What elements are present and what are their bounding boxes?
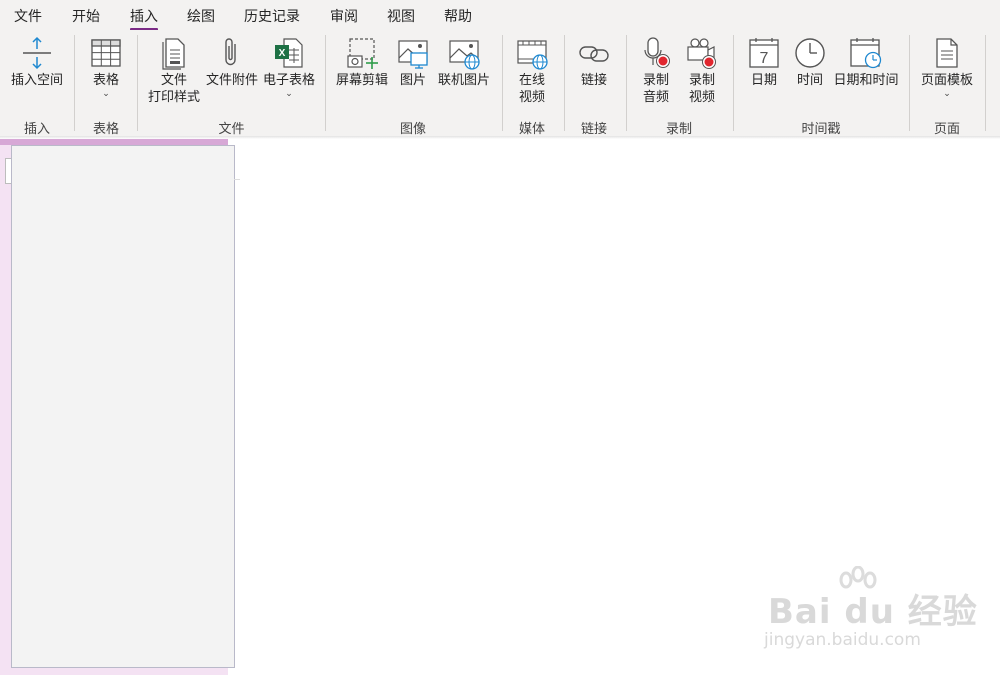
online-picture-label: 联机图片	[437, 73, 490, 88]
group-label-pages: 页面	[933, 122, 960, 137]
chevron-down-icon: ⌄	[102, 89, 110, 99]
paperclip-icon	[225, 38, 236, 66]
date-button[interactable]: 7 日期	[742, 36, 786, 89]
date-time-button[interactable]: 日期和时间	[832, 36, 900, 89]
record-audio-button[interactable]: 录制 音频	[634, 36, 678, 106]
ribbon: 插入空间 插入 表格 ⌄ 表格 文件 打印样式 文件附件 X 电子表格 ⌄ 文件…	[0, 30, 1000, 137]
record-video-button[interactable]: 录制 视频	[680, 36, 724, 106]
table-button[interactable]: 表格 ⌄	[84, 36, 128, 99]
online-picture-icon	[449, 40, 480, 70]
spreadsheet-label: 电子表格	[262, 73, 315, 88]
insert-space-icon	[23, 36, 51, 70]
page-list-pane[interactable]	[11, 145, 235, 668]
online-video-icon	[517, 40, 548, 70]
record-video-icon	[687, 38, 716, 69]
page-template-icon	[936, 38, 958, 68]
file-printout-label-2: 打印样式	[147, 90, 200, 105]
clock-icon	[795, 38, 825, 68]
link-button[interactable]: 链接	[572, 36, 616, 89]
file-attachment-label: 文件附件	[205, 73, 258, 88]
group-divider	[137, 35, 138, 131]
date-time-icon	[850, 38, 882, 69]
picture-icon	[398, 40, 428, 69]
page-templates-label: 页面模板	[920, 73, 973, 88]
record-audio-icon	[644, 37, 670, 68]
tab-review[interactable]: 审阅	[330, 6, 358, 26]
screen-clipping-label: 屏幕剪辑	[335, 73, 388, 88]
link-icon	[579, 46, 609, 62]
group-label-links: 链接	[580, 122, 607, 137]
calendar-day-text: 7	[760, 50, 769, 67]
table-icon	[91, 39, 121, 67]
record-video-label-2: 视频	[688, 90, 715, 105]
time-button[interactable]: 时间	[788, 36, 832, 89]
file-printout-label-1: 文件	[160, 73, 187, 88]
chevron-down-icon: ⌄	[943, 89, 951, 99]
online-video-label-1: 在线	[518, 73, 545, 88]
link-label: 链接	[580, 73, 607, 88]
tab-file[interactable]: 文件	[14, 6, 42, 26]
group-divider	[626, 35, 627, 131]
group-label-files: 文件	[218, 122, 245, 137]
table-label: 表格	[92, 73, 119, 88]
date-label: 日期	[750, 73, 777, 88]
group-label-images: 图像	[399, 122, 426, 137]
insert-space-label: 插入空间	[10, 73, 63, 88]
page-templates-button[interactable]: 页面模板 ⌄	[916, 36, 978, 99]
excel-icon: X	[275, 38, 303, 68]
group-divider	[564, 35, 565, 131]
group-divider	[985, 35, 986, 131]
group-label-recording: 录制	[665, 122, 692, 137]
file-printout-icon	[162, 38, 185, 70]
online-video-label-2: 视频	[518, 90, 545, 105]
tab-view[interactable]: 视图	[387, 6, 415, 26]
group-divider	[74, 35, 75, 131]
menu-bar: 文件 开始 插入 绘图 历史记录 审阅 视图 帮助	[0, 0, 1000, 31]
group-divider	[502, 35, 503, 131]
group-divider	[325, 35, 326, 131]
tab-draw[interactable]: 绘图	[187, 6, 215, 26]
group-label-tables: 表格	[92, 122, 119, 137]
picture-button[interactable]: 图片	[391, 36, 435, 89]
group-label-timestamp: 时间戳	[801, 122, 841, 137]
screen-clipping-icon	[347, 38, 378, 69]
online-picture-button[interactable]: 联机图片	[435, 36, 493, 89]
time-label: 时间	[796, 73, 823, 88]
record-audio-label-2: 音频	[642, 90, 669, 105]
spreadsheet-button[interactable]: X 电子表格 ⌄	[260, 36, 318, 99]
note-canvas[interactable]	[240, 140, 1000, 675]
tab-help[interactable]: 帮助	[444, 6, 472, 26]
tab-home[interactable]: 开始	[72, 6, 100, 26]
online-video-button[interactable]: 在线 视频	[510, 36, 554, 106]
record-video-label-1: 录制	[688, 73, 715, 88]
screen-clipping-button[interactable]: 屏幕剪辑	[333, 36, 391, 89]
group-divider	[909, 35, 910, 131]
date-time-label: 日期和时间	[833, 73, 899, 88]
file-attachment-button[interactable]: 文件附件	[203, 36, 261, 89]
svg-text:X: X	[279, 48, 286, 59]
group-label-insert: 插入	[23, 122, 50, 137]
group-label-media: 媒体	[518, 122, 545, 137]
group-divider	[733, 35, 734, 131]
calendar-icon: 7	[749, 38, 779, 68]
chevron-down-icon: ⌄	[285, 89, 293, 99]
picture-label: 图片	[399, 73, 426, 88]
tab-history[interactable]: 历史记录	[244, 6, 300, 26]
record-audio-label-1: 录制	[642, 73, 669, 88]
tab-insert[interactable]: 插入	[130, 6, 158, 31]
insert-space-button[interactable]: 插入空间	[8, 36, 66, 89]
file-printout-button[interactable]: 文件 打印样式	[145, 36, 203, 106]
